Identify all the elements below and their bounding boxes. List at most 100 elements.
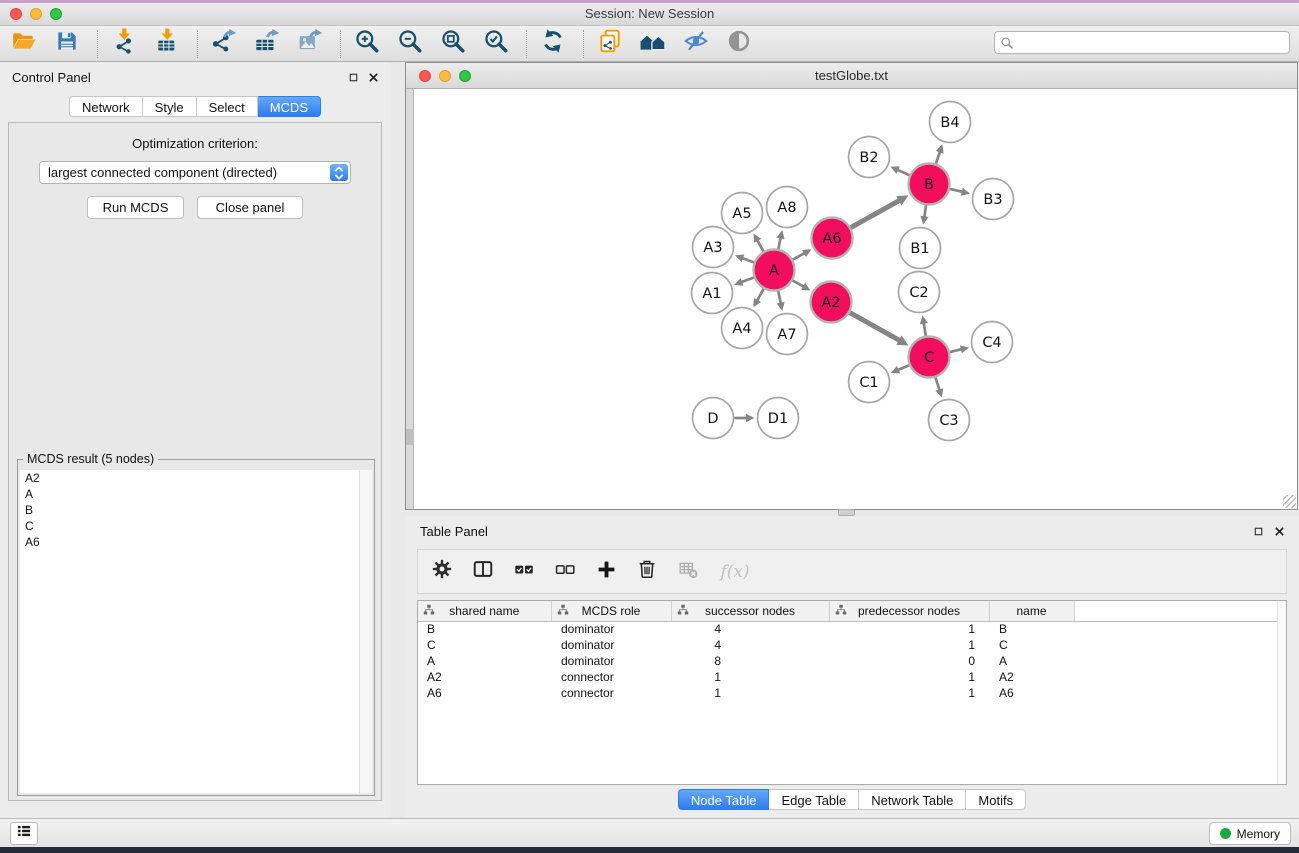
- zoom-in-button[interactable]: [351, 28, 383, 60]
- clone-network-button[interactable]: [594, 28, 626, 60]
- column-header-shared-name[interactable]: shared name: [418, 601, 551, 621]
- graph-node-A8[interactable]: A8: [767, 187, 808, 228]
- column-header-successor-nodes[interactable]: successor nodes: [671, 601, 829, 621]
- table-row[interactable]: A2connector11A2: [418, 669, 1278, 685]
- graph-edge-A-A2[interactable]: [793, 281, 811, 291]
- table-cell[interactable]: B: [989, 621, 1074, 637]
- export-network-button[interactable]: [208, 28, 240, 60]
- graph-node-D[interactable]: D: [693, 398, 734, 439]
- graph-edge-B-B4[interactable]: [936, 144, 944, 163]
- zoom-out-button[interactable]: [394, 28, 426, 60]
- table-cell[interactable]: 0: [829, 653, 989, 669]
- mcds-result-item[interactable]: C: [20, 518, 372, 534]
- table-cell[interactable]: A: [989, 653, 1074, 669]
- import-network-button[interactable]: [108, 28, 140, 60]
- show-all-button[interactable]: [723, 28, 755, 60]
- memory-button[interactable]: Memory: [1209, 822, 1291, 845]
- graph-node-C4[interactable]: C4: [972, 322, 1013, 363]
- mcds-result-item[interactable]: A: [20, 486, 372, 502]
- table-cell[interactable]: 4: [671, 637, 829, 653]
- graph-edge-A-A4[interactable]: [753, 289, 763, 308]
- graph-node-A3[interactable]: A3: [693, 227, 734, 268]
- graph-node-B4[interactable]: B4: [930, 102, 971, 143]
- traffic-light-green-icon[interactable]: [459, 70, 471, 82]
- graph-node-A1[interactable]: A1: [692, 273, 733, 314]
- graph-edge-B-B1[interactable]: [920, 205, 928, 224]
- open-session-button[interactable]: [8, 28, 40, 60]
- tab-style[interactable]: Style: [143, 96, 197, 117]
- table-cell[interactable]: A: [418, 653, 551, 669]
- table-scrollbar[interactable]: [1277, 601, 1286, 784]
- delete-columns-button[interactable]: [633, 558, 661, 586]
- table-cell[interactable]: 1: [829, 685, 989, 701]
- table-cell[interactable]: A2: [989, 669, 1074, 685]
- mcds-result-item[interactable]: B: [20, 502, 372, 518]
- table-cell[interactable]: 1: [671, 669, 829, 685]
- mcds-result-item[interactable]: A2: [20, 470, 372, 486]
- search-input[interactable]: [1019, 33, 1284, 52]
- graph-edge-A-A3[interactable]: [735, 254, 754, 262]
- graph-node-B1[interactable]: B1: [900, 228, 941, 269]
- graph-edge-A-A1[interactable]: [734, 277, 754, 285]
- search-box[interactable]: [994, 31, 1290, 54]
- splitter-grip[interactable]: [406, 429, 414, 445]
- column-header-predecessor-nodes[interactable]: predecessor nodes: [829, 601, 989, 621]
- table-cell[interactable]: 4: [671, 621, 829, 637]
- graph-edge-A2-C[interactable]: [850, 313, 909, 346]
- tab-network-table[interactable]: Network Table: [859, 789, 966, 810]
- graph-edge-C-C3[interactable]: [935, 377, 943, 397]
- optimization-criterion-select[interactable]: largest connected component (directed): [39, 161, 351, 184]
- table-cell[interactable]: B: [418, 621, 551, 637]
- graph-node-A5[interactable]: A5: [722, 193, 763, 234]
- tab-edge-table[interactable]: Edge Table: [769, 789, 859, 810]
- toggle-columns-button[interactable]: [469, 558, 497, 586]
- graph-edge-B-B3[interactable]: [950, 188, 970, 196]
- hide-selected-button[interactable]: [680, 28, 712, 60]
- table-cell[interactable]: A6: [989, 685, 1074, 701]
- table-settings-button[interactable]: [428, 558, 456, 586]
- table-cell[interactable]: dominator: [551, 621, 671, 637]
- graph-node-C2[interactable]: C2: [899, 272, 940, 313]
- network-canvas[interactable]: B4B2BB3A5A8A6B1A3AC2A1A2A4A7C4CC1C3DD1: [406, 89, 1297, 509]
- graph-node-D1[interactable]: D1: [758, 398, 799, 439]
- select-all-rows-button[interactable]: [510, 558, 538, 586]
- table-cell[interactable]: 8: [671, 653, 829, 669]
- table-cell[interactable]: 1: [829, 637, 989, 653]
- tab-mcds[interactable]: MCDS: [258, 96, 321, 117]
- table-cell[interactable]: C: [418, 637, 551, 653]
- table-cell[interactable]: 1: [829, 621, 989, 637]
- traffic-light-yellow-icon[interactable]: [439, 70, 451, 82]
- column-header-name[interactable]: name: [989, 601, 1074, 621]
- graph-node-A2[interactable]: A2: [811, 282, 852, 323]
- graph-edge-A-A6[interactable]: [793, 249, 812, 259]
- table-cell[interactable]: dominator: [551, 637, 671, 653]
- close-panel-button-2[interactable]: Close panel: [197, 196, 303, 219]
- result-list-scrollbar[interactable]: [359, 470, 372, 793]
- graph-edge-C-C4[interactable]: [950, 345, 969, 353]
- table-cell[interactable]: dominator: [551, 653, 671, 669]
- table-cell[interactable]: C: [989, 637, 1074, 653]
- graph-node-C[interactable]: C: [909, 337, 950, 378]
- deselect-all-rows-button[interactable]: [551, 558, 579, 586]
- close-panel-button[interactable]: [1273, 525, 1286, 538]
- tab-select[interactable]: Select: [197, 96, 258, 117]
- run-mcds-button[interactable]: Run MCDS: [87, 196, 184, 219]
- graph-edge-B-B2[interactable]: [890, 166, 909, 175]
- graph-node-A[interactable]: A: [754, 250, 795, 291]
- first-neighbors-button[interactable]: [637, 28, 669, 60]
- table-row[interactable]: A6connector11A6: [418, 685, 1278, 701]
- tab-node-table[interactable]: Node Table: [678, 789, 770, 810]
- table-cell[interactable]: A2: [418, 669, 551, 685]
- graph-edge-A-A8[interactable]: [777, 230, 785, 249]
- zoom-fit-button[interactable]: [437, 28, 469, 60]
- graph-edge-C-C1[interactable]: [891, 365, 909, 373]
- graph-node-C3[interactable]: C3: [929, 400, 970, 441]
- graph-edge-C-C2[interactable]: [920, 315, 928, 336]
- table-cell[interactable]: 1: [671, 685, 829, 701]
- export-image-button[interactable]: [294, 28, 326, 60]
- table-cell[interactable]: A6: [418, 685, 551, 701]
- table-cell[interactable]: connector: [551, 669, 671, 685]
- save-session-button[interactable]: [51, 28, 83, 60]
- traffic-light-green-icon[interactable]: [50, 8, 62, 20]
- tab-network[interactable]: Network: [69, 96, 143, 117]
